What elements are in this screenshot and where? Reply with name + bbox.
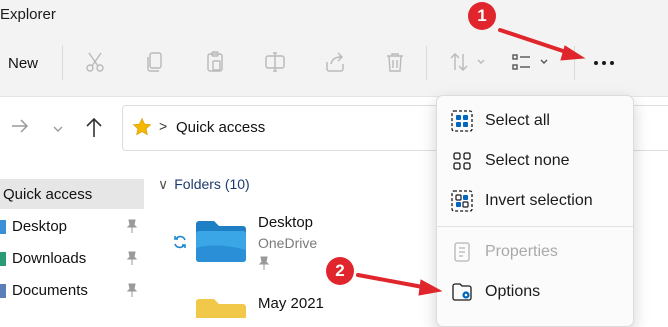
folders-group-header[interactable]: ∨ Folders (10) bbox=[158, 176, 250, 193]
toolbar-divider bbox=[62, 46, 63, 80]
sidebar-item-documents[interactable]: Documents bbox=[0, 275, 144, 305]
breadcrumb-quick-access[interactable]: Quick access bbox=[176, 119, 265, 136]
sidebar-item-quick-access[interactable]: Quick access bbox=[0, 179, 144, 209]
menu-item-properties[interactable]: Properties bbox=[437, 232, 633, 270]
forward-arrow-icon[interactable] bbox=[10, 116, 30, 136]
select-none-icon bbox=[451, 150, 473, 172]
pin-icon bbox=[126, 283, 138, 297]
menu-item-label: Select all bbox=[485, 112, 550, 129]
folder-location: OneDrive bbox=[258, 235, 318, 251]
menu-item-select-all[interactable]: Select all bbox=[437, 101, 633, 139]
documents-folder-icon bbox=[0, 284, 6, 298]
menu-item-label: Options bbox=[485, 283, 541, 300]
view-icon[interactable] bbox=[510, 50, 552, 74]
downloads-folder-icon bbox=[0, 252, 6, 266]
options-icon bbox=[451, 281, 473, 303]
folder-name[interactable]: May 2021 bbox=[258, 295, 324, 312]
sidebar-item-label: Documents bbox=[12, 282, 88, 299]
menu-divider bbox=[437, 226, 633, 227]
sidebar-item-label: Quick access bbox=[3, 186, 93, 203]
delete-icon[interactable] bbox=[383, 50, 407, 74]
menu-item-invert-selection[interactable]: Invert selection bbox=[437, 181, 633, 219]
sort-icon[interactable] bbox=[448, 50, 488, 74]
command-bar bbox=[0, 0, 668, 96]
sidebar-item-desktop[interactable]: Desktop bbox=[0, 211, 144, 241]
chevron-down-icon: ∨ bbox=[158, 176, 169, 192]
menu-item-label: Select none bbox=[485, 152, 570, 169]
more-icon[interactable] bbox=[592, 58, 616, 68]
paste-icon[interactable] bbox=[203, 50, 227, 74]
toolbar-divider bbox=[426, 46, 427, 80]
annotation-badge-2: 2 bbox=[326, 257, 354, 285]
copy-icon[interactable] bbox=[143, 50, 167, 74]
pin-icon bbox=[126, 219, 138, 233]
more-options-menu: Select all Select none Invert selection … bbox=[436, 95, 634, 327]
toolbar-divider bbox=[574, 46, 575, 80]
sidebar-item-label: Downloads bbox=[12, 250, 87, 267]
group-header-label: Folders (10) bbox=[174, 176, 250, 192]
window-title: Explorer bbox=[0, 6, 56, 23]
pin-icon bbox=[126, 251, 138, 265]
recent-locations-chevron-icon[interactable] bbox=[52, 121, 64, 132]
annotation-badge-1: 1 bbox=[468, 2, 496, 30]
cut-icon[interactable] bbox=[83, 50, 107, 74]
folder-icon[interactable] bbox=[194, 218, 248, 264]
new-button[interactable]: New bbox=[8, 55, 38, 72]
star-icon bbox=[132, 117, 152, 137]
rename-icon[interactable] bbox=[263, 50, 287, 74]
folder-name[interactable]: Desktop bbox=[258, 214, 313, 231]
select-all-icon bbox=[451, 110, 473, 132]
menu-item-label: Properties bbox=[485, 243, 558, 260]
folder-icon[interactable] bbox=[194, 298, 248, 318]
invert-selection-icon bbox=[451, 190, 473, 212]
desktop-folder-icon bbox=[0, 220, 6, 234]
properties-icon bbox=[451, 241, 473, 263]
sync-icon bbox=[172, 234, 188, 250]
menu-item-options[interactable]: Options bbox=[437, 272, 633, 310]
menu-item-label: Invert selection bbox=[485, 192, 593, 209]
menu-item-select-none[interactable]: Select none bbox=[437, 141, 633, 179]
sidebar-item-downloads[interactable]: Downloads bbox=[0, 243, 144, 273]
up-arrow-icon[interactable] bbox=[84, 116, 104, 138]
breadcrumb-separator: > bbox=[159, 118, 168, 134]
pin-icon bbox=[258, 256, 270, 270]
sidebar-item-label: Desktop bbox=[12, 218, 68, 235]
share-icon[interactable] bbox=[323, 50, 347, 74]
